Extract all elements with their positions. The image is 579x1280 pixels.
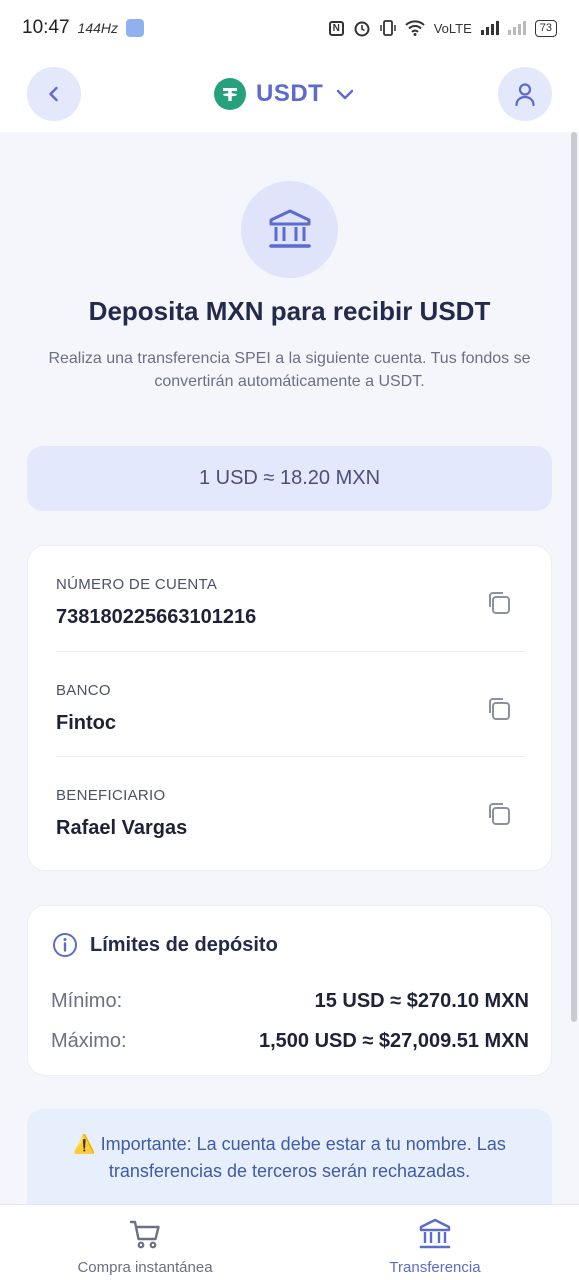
bank-icon [419, 1218, 451, 1249]
bank-value: Fintoc [56, 712, 116, 734]
nav-item-instant-buy[interactable]: Compra instantánea [0, 1205, 290, 1280]
signal-secondary-icon [507, 21, 526, 35]
page-title: Deposita MXN para recibir USDT [88, 296, 491, 326]
exchange-rate-banner: 1 USD ≈ 18.20 MXN [27, 446, 552, 511]
copy-account-number-icon[interactable] [484, 588, 514, 618]
minimum-label: Mínimo: [51, 990, 123, 1012]
account-details-card: NÚMERO DE CUENTA 738180225663101216 BANC… [27, 545, 552, 871]
refresh-rate-indicator: 144Hz [77, 20, 119, 36]
status-right: N VoLTE 73 [328, 19, 557, 37]
minimum-limit-row: Mínimo: 15 USD ≈ $270.10 MXN [51, 990, 529, 1013]
account-number-label: NÚMERO DE CUENTA [56, 576, 218, 593]
maximum-label: Máximo: [51, 1030, 127, 1052]
profile-button[interactable] [498, 67, 552, 121]
copy-bank-icon[interactable] [484, 694, 514, 724]
maximum-limit-row: Máximo: 1,500 USD ≈ $27,009.51 MXN [51, 1030, 529, 1053]
minimum-value: 15 USD ≈ $270.10 MXN [314, 990, 529, 1012]
exchange-rate-text: 1 USD ≈ 18.20 MXN [198, 467, 381, 489]
bank-row: BANCO Fintoc [56, 651, 525, 756]
nav-item-transfer[interactable]: Transferencia [290, 1205, 579, 1280]
chevron-down-icon [337, 89, 354, 100]
nav-label-instant-buy: Compra instantánea [77, 1259, 213, 1276]
network-label: VoLTE [433, 20, 472, 36]
maximum-value: 1,500 USD ≈ $27,009.51 MXN [258, 1030, 529, 1052]
alarm-icon [354, 21, 370, 37]
limits-title: Límites de depósito [90, 933, 278, 956]
status-left: 10:47 144Hz [22, 17, 145, 39]
info-icon [53, 933, 77, 957]
bank-label: BANCO [56, 682, 111, 699]
bottom-navigation: Compra instantánea Transferencia [0, 1204, 579, 1280]
nfc-icon: N [328, 20, 344, 36]
back-button[interactable] [27, 67, 81, 121]
account-number-row: NÚMERO DE CUENTA 738180225663101216 [56, 546, 525, 651]
app-header: USDT [0, 56, 579, 132]
limits-header: Límites de depósito [52, 932, 278, 958]
hero-bank-badge [241, 181, 338, 278]
scrollbar[interactable] [571, 132, 577, 1022]
cart-icon [129, 1220, 160, 1249]
account-number-value: 738180225663101216 [56, 606, 257, 628]
chevron-left-icon [49, 86, 58, 102]
battery-icon: 73 [534, 19, 557, 37]
beneficiary-row: BENEFICIARIO Rafael Vargas [56, 756, 525, 861]
status-time: 10:47 [22, 17, 70, 38]
page-description: Realiza una transferencia SPEI a la sigu… [48, 350, 531, 390]
nav-label-transfer: Transferencia [389, 1259, 481, 1276]
coin-name: USDT [256, 80, 324, 107]
signal-icon [480, 21, 499, 35]
wifi-icon [404, 20, 425, 36]
deposit-limits-card: Límites de depósito Mínimo: 15 USD ≈ $27… [27, 905, 552, 1076]
beneficiary-value: Rafael Vargas [56, 817, 188, 839]
copy-beneficiary-icon[interactable] [484, 799, 514, 829]
important-notice-text: ⚠️ Importante: La cuenta debe estar a tu… [73, 1134, 506, 1181]
status-bar: 10:47 144Hz N VoLTE 73 [0, 0, 579, 56]
vibrate-icon [379, 20, 396, 36]
coin-selector[interactable]: USDT [214, 76, 357, 112]
beneficiary-label: BENEFICIARIO [56, 787, 166, 804]
important-notice: ⚠️ Importante: La cuenta debe estar a tu… [27, 1109, 552, 1205]
tether-icon [214, 78, 246, 110]
app-notification-icon [126, 19, 145, 37]
bank-icon [268, 209, 311, 248]
user-icon [515, 83, 535, 107]
